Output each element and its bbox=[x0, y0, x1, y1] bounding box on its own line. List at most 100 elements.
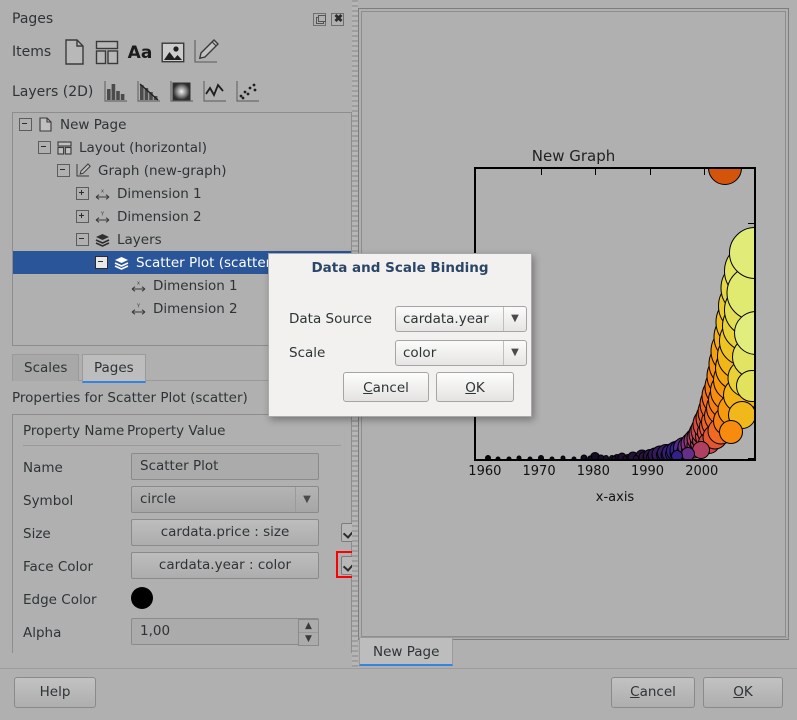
scale-label: Scale bbox=[289, 345, 325, 361]
panel-title: Pages bbox=[12, 11, 53, 27]
symbol-select[interactable]: circle ▼ bbox=[131, 486, 319, 513]
tree-item-label: Layout (horizontal) bbox=[79, 140, 207, 156]
histogram-icon[interactable] bbox=[134, 77, 164, 107]
property-label-symbol: Symbol bbox=[23, 493, 73, 509]
svg-text:x: x bbox=[137, 280, 140, 286]
tree-item-label: Graph (new-graph) bbox=[98, 163, 227, 179]
stepper-up-icon[interactable]: ▲ bbox=[299, 620, 318, 633]
tree-expander-minus[interactable] bbox=[38, 141, 51, 154]
alpha-input[interactable]: 1,00▲▼ bbox=[131, 618, 319, 645]
x-axis-title: x-axis bbox=[474, 490, 756, 505]
y-axis-right-tick bbox=[748, 458, 754, 459]
scatter-point bbox=[719, 420, 743, 444]
dimension-y-icon: Y bbox=[94, 209, 111, 225]
dimension-x-icon: x bbox=[94, 186, 111, 202]
tree-item-label: Dimension 2 bbox=[153, 301, 238, 317]
dialog-title: Data and Scale Binding bbox=[269, 260, 531, 276]
size-binding-button[interactable]: cardata.price : size bbox=[131, 519, 319, 546]
scatter-point bbox=[633, 455, 639, 461]
close-glyph: ✖ bbox=[332, 13, 345, 26]
property-row-edge-color: Edge Color bbox=[23, 585, 343, 618]
property-label-edge-color: Edge Color bbox=[23, 592, 97, 608]
dialog-button-bar: Help Cancel OK bbox=[0, 668, 797, 720]
scatter-point bbox=[506, 456, 511, 461]
alpha-stepper[interactable]: ▲▼ bbox=[298, 619, 319, 646]
scatter-point bbox=[495, 456, 500, 461]
close-icon[interactable]: ✖ bbox=[331, 13, 344, 26]
tab-scales[interactable]: Scales bbox=[12, 354, 79, 381]
ok-button[interactable]: OK bbox=[703, 677, 783, 708]
column-property-name: Property Name bbox=[23, 423, 124, 439]
x-axis-top-tick bbox=[704, 169, 705, 175]
tree-item-new-page[interactable]: New Page bbox=[13, 113, 351, 136]
tree-item-dimension-1[interactable]: xDimension 1 bbox=[13, 182, 351, 205]
layers-toolbar-label: Layers (2D) bbox=[12, 84, 93, 100]
data-source-select[interactable]: cardata.year ▼ bbox=[395, 306, 527, 332]
tree-item-layout-horizontal[interactable]: Layout (horizontal) bbox=[13, 136, 351, 159]
x-axis-top-tick bbox=[595, 169, 596, 175]
items-toolbar-label: Items bbox=[12, 44, 51, 60]
line-plot-icon[interactable] bbox=[200, 77, 230, 107]
scatter-point bbox=[517, 456, 522, 461]
scatter-point bbox=[549, 456, 554, 461]
tree-expander-plus[interactable] bbox=[76, 187, 89, 200]
help-button[interactable]: Help bbox=[14, 677, 96, 708]
data-source-label: Data Source bbox=[289, 311, 372, 327]
dialog-row-data-source: Data Source cardata.year ▼ bbox=[289, 306, 513, 334]
data-source-value: cardata.year bbox=[403, 311, 489, 327]
tree-item-layers[interactable]: Layers bbox=[13, 228, 351, 251]
symbol-value: circle bbox=[140, 491, 176, 507]
face-color-binding-button[interactable]: cardata.year : color bbox=[131, 552, 319, 579]
x-axis-tick-label: 1960 bbox=[468, 464, 501, 479]
scatter-point bbox=[528, 456, 533, 461]
tree-expander-minus[interactable] bbox=[95, 256, 108, 269]
pencil-graph-icon bbox=[75, 163, 92, 179]
tree-expander-minus[interactable] bbox=[57, 164, 70, 177]
tree-expander-minus[interactable] bbox=[19, 118, 32, 131]
x-axis-tick-label: 1970 bbox=[523, 464, 556, 479]
scatter-plot-icon[interactable] bbox=[233, 77, 263, 107]
text-aa-icon[interactable]: Aa bbox=[125, 37, 155, 67]
float-icon[interactable] bbox=[313, 13, 326, 26]
bar-chart-icon[interactable] bbox=[101, 77, 131, 107]
cancel-button[interactable]: Cancel bbox=[611, 677, 695, 708]
scatter-point bbox=[708, 167, 742, 185]
property-label-face-color: Face Color bbox=[23, 559, 93, 575]
properties-panel: Property Name Property Value NameScatter… bbox=[12, 414, 352, 653]
scatter-point bbox=[623, 456, 628, 461]
tab-new-page[interactable]: New Page bbox=[359, 638, 453, 666]
stepper-down-icon[interactable]: ▼ bbox=[299, 633, 318, 645]
column-property-value: Property Value bbox=[127, 423, 226, 439]
y-axis-right-tick bbox=[748, 223, 754, 224]
scale-select[interactable]: color ▼ bbox=[395, 340, 527, 366]
svg-text:Aa: Aa bbox=[128, 43, 153, 63]
tab-pages[interactable]: Pages bbox=[82, 354, 146, 383]
tree-item-dimension-2[interactable]: YDimension 2 bbox=[13, 205, 351, 228]
tree-expander-plus[interactable] bbox=[76, 210, 89, 223]
chevron-down-icon: ▼ bbox=[503, 341, 526, 365]
scatter-point bbox=[681, 447, 695, 461]
application-window: Pages ✖ Items Aa bbox=[0, 0, 797, 719]
layout-grid-icon[interactable] bbox=[92, 37, 122, 67]
y-axis-tick bbox=[474, 223, 476, 224]
heatmap-icon[interactable] bbox=[167, 77, 197, 107]
items-toolbar: Items Aa bbox=[12, 36, 224, 68]
page-icon bbox=[37, 117, 54, 133]
property-row-symbol: Symbol circle ▼ bbox=[23, 486, 343, 519]
x-axis-top-tick bbox=[541, 169, 542, 175]
chevron-down-icon: ▼ bbox=[295, 487, 318, 512]
svg-text:Y: Y bbox=[100, 211, 105, 217]
properties-table-header: Property Name Property Value bbox=[23, 423, 341, 446]
image-icon[interactable] bbox=[158, 37, 188, 67]
tree-item-graph-new-graph[interactable]: Graph (new-graph) bbox=[13, 159, 351, 182]
dialog-ok-button[interactable]: OK bbox=[436, 372, 514, 402]
name-input[interactable]: Scatter Plot bbox=[131, 453, 319, 480]
page-icon[interactable] bbox=[59, 37, 89, 67]
x-axis-tick-label: 2000 bbox=[685, 464, 718, 479]
tree-item-label: Layers bbox=[117, 232, 162, 248]
edge-color-swatch[interactable] bbox=[131, 587, 153, 609]
dialog-cancel-button[interactable]: Cancel bbox=[343, 372, 429, 402]
tree-expander-minus[interactable] bbox=[76, 233, 89, 246]
dimension-x-icon: x bbox=[130, 278, 147, 294]
pencil-graph-icon[interactable] bbox=[191, 37, 221, 67]
